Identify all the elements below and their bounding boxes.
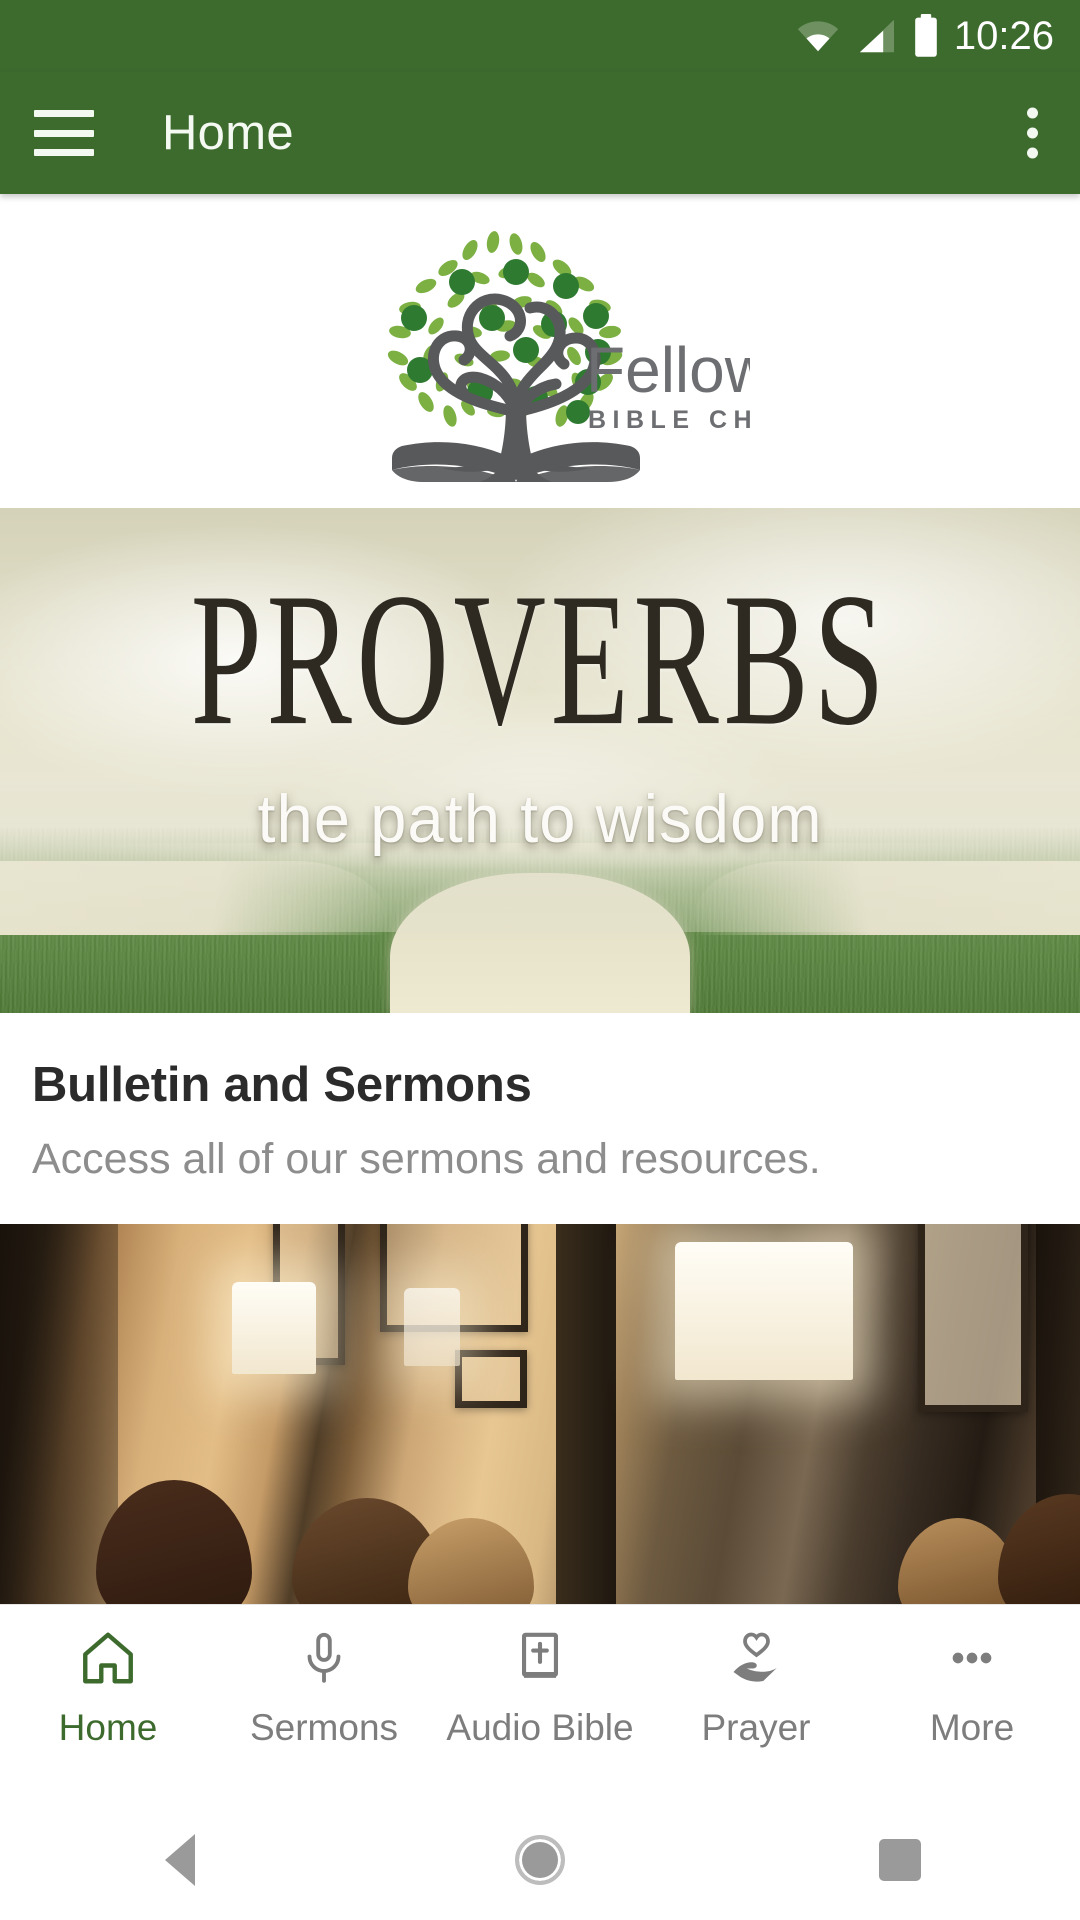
photo-lamp xyxy=(232,1282,316,1374)
tab-label: Audio Bible xyxy=(446,1707,634,1748)
feature-text-block[interactable]: Bulletin and Sermons Access all of our s… xyxy=(0,1013,1080,1224)
more-vertical-icon[interactable] xyxy=(1027,107,1038,159)
feature-description: Access all of our sermons and resources. xyxy=(32,1135,821,1183)
bible-book-icon xyxy=(511,1627,569,1689)
banner-subtitle: the path to wisdom xyxy=(257,780,823,857)
status-icons xyxy=(796,14,940,58)
photo-lamp xyxy=(404,1288,460,1366)
banner-path xyxy=(0,843,1080,1013)
home-circle-icon xyxy=(514,1835,565,1885)
system-navigation-bar xyxy=(0,1800,1080,1920)
tab-label: Home xyxy=(58,1707,158,1748)
photo-shadow-middle xyxy=(556,1224,616,1604)
ellipsis-icon xyxy=(943,1627,1001,1689)
status-clock: 10:26 xyxy=(953,14,1054,58)
home-icon xyxy=(77,1627,139,1689)
tab-prayer[interactable]: Prayer xyxy=(648,1627,864,1749)
bottom-tab-bar: Home Sermons Audio Bible Prayer More xyxy=(0,1604,1080,1800)
photo-wall-frame xyxy=(455,1350,527,1408)
church-logo-card[interactable]: Fellowship BIBLE CHURCH xyxy=(0,194,1080,508)
banner-text-group: PROVERBS the path to wisdom xyxy=(0,554,1080,858)
sermon-series-banner[interactable]: PROVERBS the path to wisdom xyxy=(0,508,1080,1013)
tab-label: Sermons xyxy=(249,1707,399,1748)
feature-title: Bulletin and Sermons xyxy=(32,1058,532,1112)
banner-title: PROVERBS xyxy=(190,554,890,765)
hamburger-menu-icon[interactable] xyxy=(34,110,94,156)
tab-sermons[interactable]: Sermons xyxy=(216,1627,432,1749)
logo-wordmark-secondary: BIBLE CHURCH xyxy=(588,406,750,434)
tree-with-open-book-logo: Fellowship BIBLE CHURCH xyxy=(387,231,888,482)
path-center-stem xyxy=(390,873,690,1013)
tab-audio-bible[interactable]: Audio Bible xyxy=(432,1627,648,1749)
wifi-icon xyxy=(797,21,839,52)
battery-icon xyxy=(915,14,937,57)
page-title: Home xyxy=(162,106,294,160)
system-home-button[interactable] xyxy=(362,1835,718,1885)
community-photo-card[interactable] xyxy=(0,1224,1080,1604)
tab-more[interactable]: More xyxy=(864,1627,1080,1749)
photo-wall-frame xyxy=(918,1224,1028,1412)
back-triangle-icon xyxy=(164,1834,195,1886)
church-logo: Fellowship BIBLE CHURCH xyxy=(330,220,888,482)
system-recents-button[interactable] xyxy=(722,1839,1078,1881)
hand-holding-heart-icon xyxy=(726,1627,786,1689)
system-back-button[interactable] xyxy=(2,1834,358,1886)
scroll-content: Fellowship BIBLE CHURCH PROVERBS the pat… xyxy=(0,194,1080,1604)
tab-label: Prayer xyxy=(701,1707,811,1748)
microphone-icon xyxy=(295,1627,353,1689)
app-bar: Home xyxy=(0,72,1080,194)
cellular-signal-icon xyxy=(859,19,894,53)
photo-lamp xyxy=(675,1242,853,1380)
tab-home[interactable]: Home xyxy=(0,1627,216,1749)
app-screen: 10:26 Home Fellow BIBLE CH PROVERBS the … xyxy=(0,0,1080,1920)
path-right-fork xyxy=(694,861,1080,935)
path-left-fork xyxy=(0,861,386,935)
status-bar: 10:26 xyxy=(0,0,1080,72)
tab-label: More xyxy=(929,1707,1015,1748)
recents-square-icon xyxy=(878,1839,921,1881)
logo-wordmark-primary: Fellowship xyxy=(586,334,750,406)
